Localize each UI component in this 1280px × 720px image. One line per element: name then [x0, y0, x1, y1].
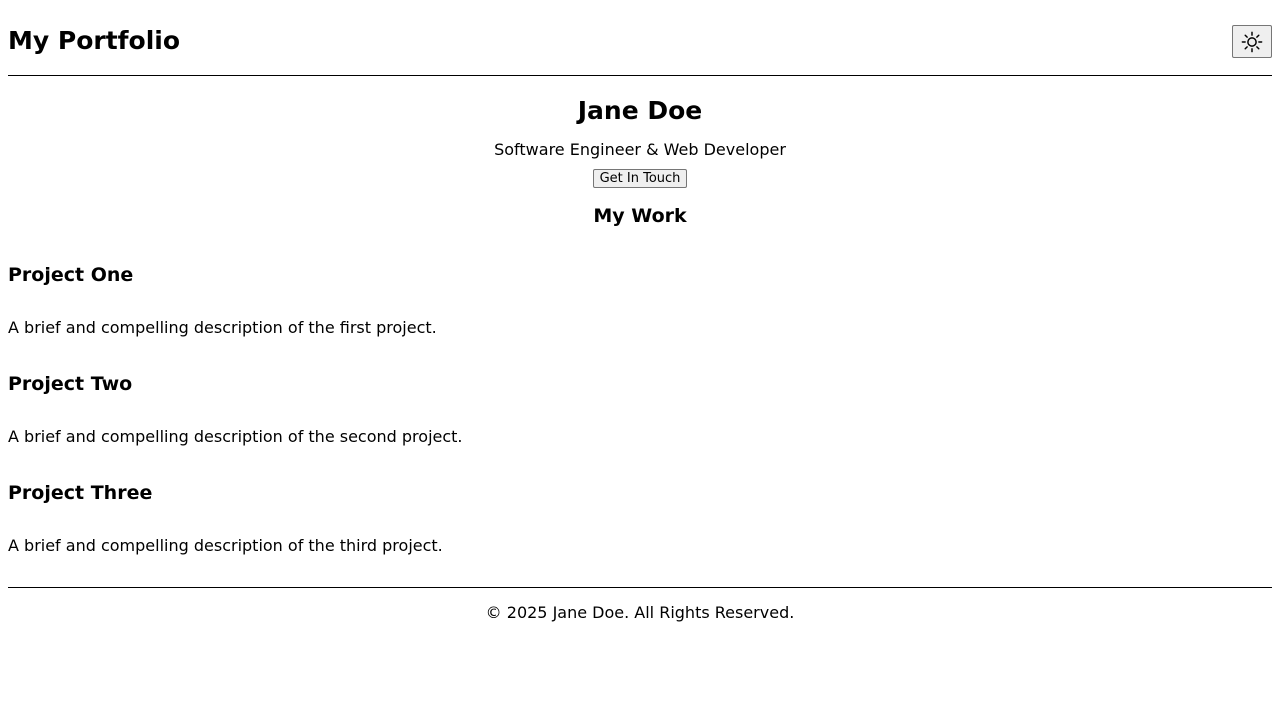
site-footer: © 2025 Jane Doe. All Rights Reserved.: [8, 587, 1272, 623]
site-title: My Portfolio: [8, 26, 181, 55]
project-list: Project One A brief and compelling descr…: [8, 228, 1272, 578]
project-description: A brief and compelling description of th…: [8, 318, 437, 337]
project-card: Project Three A brief and compelling des…: [8, 469, 1272, 578]
project-card: Project Two A brief and compelling descr…: [8, 360, 1272, 469]
copyright-text: © 2025 Jane Doe. All Rights Reserved.: [485, 603, 795, 622]
cta-wrapper: Get In Touch: [8, 160, 1272, 188]
project-title: Project One: [8, 264, 134, 286]
theme-toggle-button[interactable]: [1232, 25, 1272, 58]
site-header: My Portfolio: [8, 0, 1272, 76]
project-description: A brief and compelling description of th…: [8, 427, 463, 446]
sun-icon: [1241, 31, 1263, 52]
hero-name: Jane Doe: [577, 96, 703, 125]
page: My Portfolio Jane Doe Software Engineer …: [8, 0, 1272, 622]
project-description: A brief and compelling description of th…: [8, 536, 443, 555]
hero-tagline: Software Engineer & Web Developer: [494, 140, 786, 159]
project-title: Project Three: [8, 482, 153, 504]
work-heading: My Work: [593, 205, 687, 227]
get-in-touch-button[interactable]: Get In Touch: [592, 169, 688, 188]
hero-section: Jane Doe Software Engineer & Web Develop…: [8, 76, 1272, 188]
work-section: My Work Project One A brief and compelli…: [8, 188, 1272, 578]
project-title: Project Two: [8, 373, 133, 395]
project-card: Project One A brief and compelling descr…: [8, 251, 1272, 360]
